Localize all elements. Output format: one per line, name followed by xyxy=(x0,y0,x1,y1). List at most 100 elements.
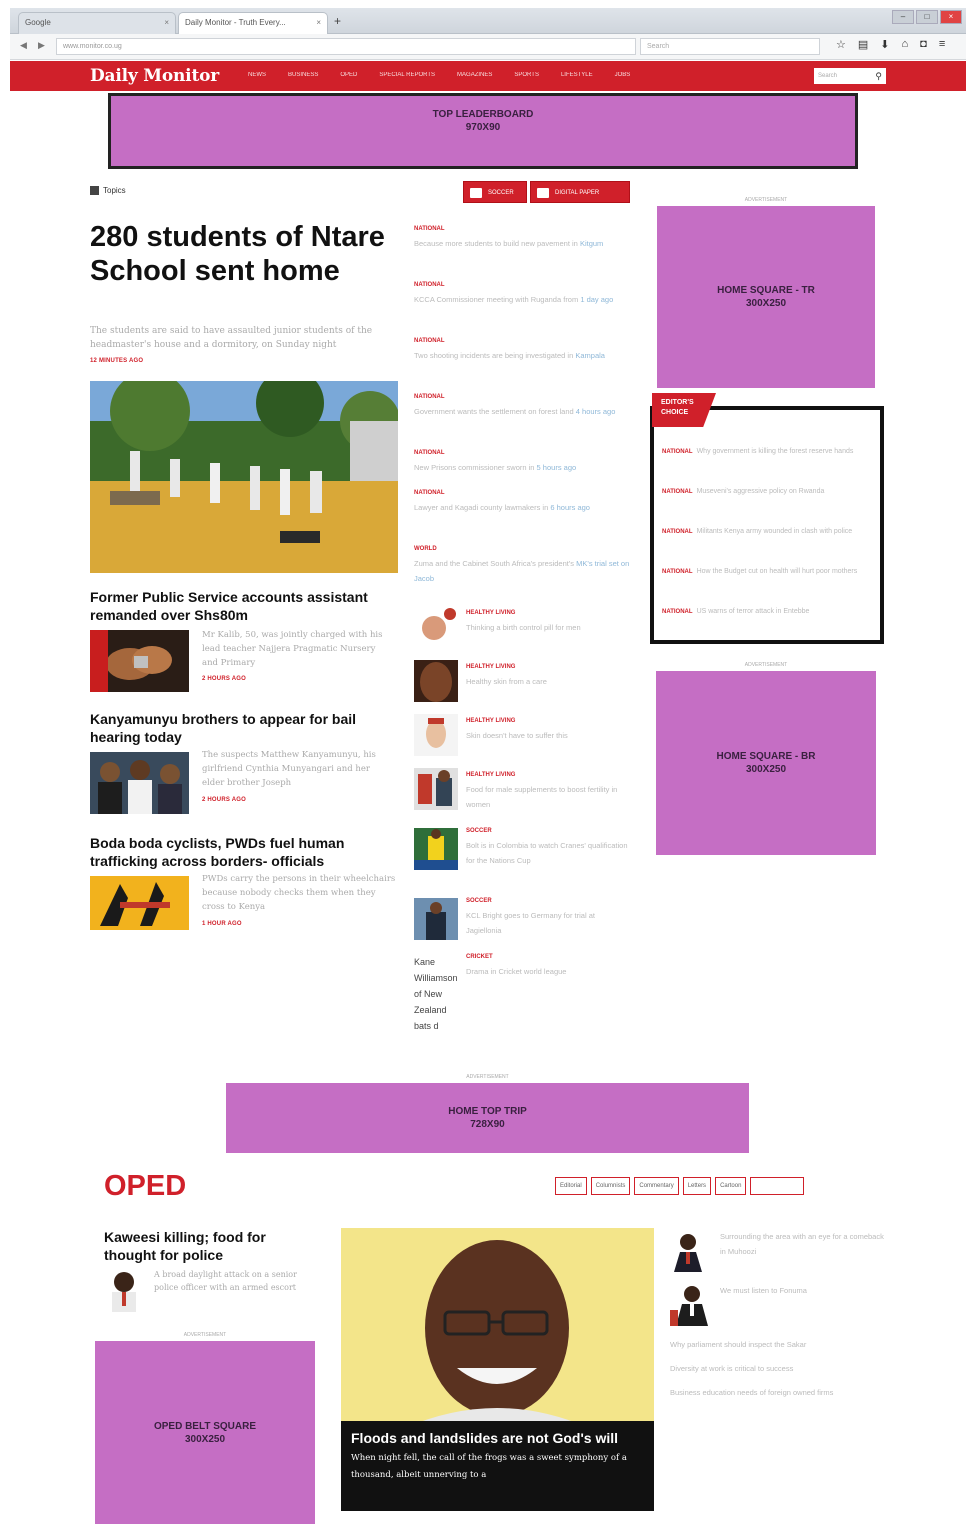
site-logo[interactable]: Daily Monitor xyxy=(90,66,219,86)
mid-category[interactable]: NATIONAL xyxy=(414,282,445,288)
oped-tab-cartoon[interactable]: Cartoon xyxy=(715,1177,747,1195)
oped-side-headline[interactable]: Surrounding the area with an eye for a c… xyxy=(720,1229,886,1259)
soccer-button[interactable]: SOCCER xyxy=(463,181,527,203)
menu-item-magazines[interactable]: MAGAZINES xyxy=(457,72,492,78)
healthy-category[interactable]: HEALTHY LIVING xyxy=(466,664,515,670)
menu-item-oped[interactable]: OPED xyxy=(340,72,357,78)
mid-headline[interactable]: New Prisons commissioner sworn in 5 hour… xyxy=(414,460,630,475)
lead-headline[interactable]: 280 students of Ntare School sent home xyxy=(90,220,390,288)
new-tab-icon[interactable]: + xyxy=(334,14,341,28)
healthy-category[interactable]: HEALTHY LIVING xyxy=(466,718,515,724)
story-thumbnail[interactable] xyxy=(90,876,189,930)
oped-section-title[interactable]: OPED xyxy=(104,1170,186,1203)
lead-photo[interactable] xyxy=(90,381,398,573)
ad-home-square-br[interactable]: HOME SQUARE - BR 300X250 xyxy=(656,671,876,855)
editors-choice-item[interactable]: NATIONAL Museveni's aggressive policy on … xyxy=(662,484,872,500)
story-thumbnail[interactable] xyxy=(90,752,189,814)
mid-category[interactable]: WORLD xyxy=(414,546,437,552)
url-bar[interactable]: www.monitor.co.ug xyxy=(56,38,636,55)
digital-paper-button[interactable]: DIGITAL PAPER xyxy=(530,181,630,203)
healthy-category[interactable]: HEALTHY LIVING xyxy=(466,610,515,616)
menu-icon[interactable]: ≡ xyxy=(939,38,945,51)
cricket-headline[interactable]: Drama in Cricket world league xyxy=(466,964,632,979)
mid-headline[interactable]: Because more students to build new pavem… xyxy=(414,236,630,251)
maximize-icon[interactable]: □ xyxy=(916,10,938,24)
browser-tab-google[interactable]: Google × xyxy=(18,12,176,34)
ad-home-square-tr[interactable]: HOME SQUARE - TR 300X250 xyxy=(657,206,875,388)
oped-side-headline[interactable]: Business education needs of foreign owne… xyxy=(670,1385,886,1400)
healthy-headline[interactable]: Skin doesn't have to suffer this xyxy=(466,728,632,743)
healthy-thumbnail[interactable] xyxy=(414,606,458,648)
download-icon[interactable]: ⬇ xyxy=(880,38,889,51)
oped-headline[interactable]: Kaweesi killing; food for thought for po… xyxy=(104,1228,314,1264)
story-thumbnail[interactable] xyxy=(90,630,189,692)
editors-choice-item[interactable]: NATIONAL How the Budget cut on health wil… xyxy=(662,564,872,580)
menu-item-lifestyle[interactable]: LIFESTYLE xyxy=(561,72,593,78)
columnist-photo[interactable] xyxy=(104,1268,144,1312)
healthy-thumbnail[interactable] xyxy=(414,714,458,756)
menu-item-jobs[interactable]: JOBS xyxy=(615,72,631,78)
oped-tab-letters[interactable]: Letters xyxy=(682,1177,712,1195)
story-headline[interactable]: Former Public Service accounts assistant… xyxy=(90,588,390,624)
oped-feature[interactable]: Floods and landslides are not God's will… xyxy=(341,1228,654,1511)
soccer-thumbnail[interactable] xyxy=(414,828,458,870)
browser-search-input[interactable]: Search xyxy=(640,38,820,55)
soccer-headline[interactable]: KCL Bright goes to Germany for trial at … xyxy=(466,908,632,938)
story-headline[interactable]: Boda boda cyclists, PWDs fuel human traf… xyxy=(90,834,395,870)
columnist-photo[interactable] xyxy=(670,1230,706,1272)
site-search-input[interactable]: Search ⚲ xyxy=(814,68,886,84)
menu-item-sports[interactable]: SPORTS xyxy=(514,72,539,78)
feature-headline[interactable]: Floods and landslides are not God's will xyxy=(351,1429,644,1447)
mid-category[interactable]: NATIONAL xyxy=(414,226,445,232)
ad-home-top-strip[interactable]: HOME TOP TRIP 728X90 xyxy=(226,1083,749,1153)
healthy-category[interactable]: HEALTHY LIVING xyxy=(466,772,515,778)
menu-item-special-reports[interactable]: SPECIAL REPORTS xyxy=(379,72,435,78)
soccer-headline[interactable]: Bolt is in Colombia to watch Cranes' qua… xyxy=(466,838,632,868)
soccer-category[interactable]: SOCCER xyxy=(466,828,492,834)
oped-side-headline[interactable]: Diversity at work is critical to success xyxy=(670,1361,886,1376)
oped-tab-empty[interactable] xyxy=(750,1177,805,1195)
oped-tab-commentary[interactable]: Commentary xyxy=(634,1177,679,1195)
mid-headline[interactable]: Zuma and the Cabinet South Africa's pres… xyxy=(414,556,630,586)
oped-tab-columnists[interactable]: Columnists xyxy=(590,1177,631,1195)
close-tab-icon[interactable]: × xyxy=(316,13,321,33)
mid-headline[interactable]: Two shooting incidents are being investi… xyxy=(414,348,630,363)
mid-headline[interactable]: KCCA Commissioner meeting with Ruganda f… xyxy=(414,292,630,307)
home-icon[interactable]: ⌂ xyxy=(902,38,909,51)
mid-headline[interactable]: Lawyer and Kagadi county lawmakers in 6 … xyxy=(414,500,630,515)
oped-tab-editorial[interactable]: Editorial xyxy=(555,1177,587,1195)
bookmarks-icon[interactable]: ▤ xyxy=(858,38,868,51)
topics-link[interactable]: Topics xyxy=(90,186,126,196)
healthy-thumbnail[interactable] xyxy=(414,768,458,810)
healthy-thumbnail[interactable] xyxy=(414,660,458,702)
cricket-category[interactable]: CRICKET xyxy=(466,954,493,960)
bookmark-star-icon[interactable]: ☆ xyxy=(836,38,846,51)
healthy-headline[interactable]: Healthy skin from a care xyxy=(466,674,632,689)
close-tab-icon[interactable]: × xyxy=(164,13,169,33)
menu-item-business[interactable]: BUSINESS xyxy=(288,72,318,78)
forward-icon[interactable]: ▶ xyxy=(38,40,45,51)
mid-category[interactable]: NATIONAL xyxy=(414,450,445,456)
close-window-icon[interactable]: × xyxy=(940,10,962,24)
healthy-headline[interactable]: Food for male supplements to boost ferti… xyxy=(466,782,632,812)
editors-choice-item[interactable]: NATIONAL US warns of terror attack in Ent… xyxy=(662,604,872,620)
oped-side-headline[interactable]: We must listen to Fonuma xyxy=(720,1283,886,1298)
healthy-headline[interactable]: Thinking a birth control pill for men xyxy=(466,620,632,635)
columnist-photo[interactable] xyxy=(670,1282,714,1326)
ad-top-leaderboard[interactable]: TOP LEADERBOARD 970X90 xyxy=(108,93,858,169)
pocket-icon[interactable]: ◘ xyxy=(920,38,927,51)
mid-category[interactable]: NATIONAL xyxy=(414,338,445,344)
oped-side-headline[interactable]: Why parliament should inspect the Sakar xyxy=(670,1337,886,1352)
minimize-icon[interactable]: – xyxy=(892,10,914,24)
browser-tab-daily-monitor[interactable]: Daily Monitor - Truth Every... × xyxy=(178,12,328,34)
editors-choice-item[interactable]: NATIONAL Why government is killing the fo… xyxy=(662,444,872,460)
menu-item-news[interactable]: NEWS xyxy=(248,72,266,78)
soccer-thumbnail[interactable] xyxy=(414,898,458,940)
editors-choice-item[interactable]: NATIONAL Militants Kenya army wounded in … xyxy=(662,524,872,540)
soccer-category[interactable]: SOCCER xyxy=(466,898,492,904)
search-icon[interactable]: ⚲ xyxy=(875,68,882,84)
mid-category[interactable]: NATIONAL xyxy=(414,394,445,400)
story-headline[interactable]: Kanyamunyu brothers to appear for bail h… xyxy=(90,710,390,746)
mid-headline[interactable]: Government wants the settlement on fores… xyxy=(414,404,630,419)
ad-oped-belt-square[interactable]: OPED BELT SQUARE 300X250 xyxy=(95,1341,315,1524)
